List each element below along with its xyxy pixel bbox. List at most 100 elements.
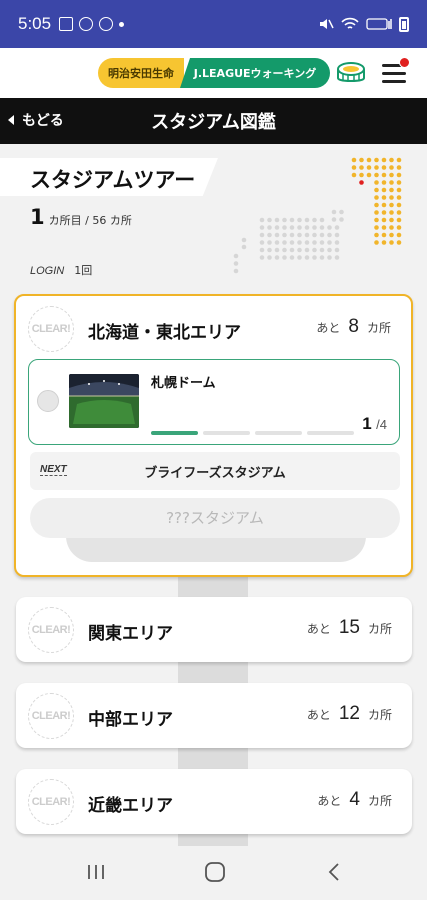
map-dot (304, 232, 310, 238)
tour-count-number: 1 (30, 205, 45, 229)
remaining-count: あと 15 カ所 (307, 617, 392, 639)
map-dot (381, 210, 387, 215)
map-dot (289, 247, 295, 253)
map-dot (389, 210, 394, 215)
map-dot (396, 172, 402, 178)
map-dot (267, 247, 272, 253)
map-dot (381, 165, 387, 170)
login-row: LOGIN 1回 (30, 262, 92, 278)
map-dot (297, 225, 302, 230)
map-dot (389, 172, 394, 178)
map-dot (396, 195, 402, 200)
next-stadium-row: NEXT ブライフーズスタジアム (30, 452, 400, 490)
map-dot (259, 217, 265, 223)
map-dot (366, 157, 372, 163)
tour-count-unit: カ所目 / 56 カ所 (48, 214, 132, 227)
remaining-number: 8 (348, 316, 359, 337)
next-stadium-name: ブライフーズスタジアム (144, 466, 286, 481)
map-dot (319, 240, 325, 245)
map-dot (312, 240, 317, 245)
map-dot (381, 217, 387, 223)
area-card-chubu[interactable]: CLEAR! 中部エリア あと 12 カ所 (16, 683, 412, 748)
map-dot (374, 225, 379, 230)
notification-dot (399, 57, 410, 68)
area-name: 近畿エリア (88, 796, 173, 816)
remaining-count: あと 4 カ所 (317, 789, 392, 811)
map-dot (396, 187, 402, 193)
card-stack-shadow (66, 536, 366, 562)
map-dot (389, 240, 394, 245)
area-card-kanto[interactable]: CLEAR! 関東エリア あと 15 カ所 (16, 597, 412, 662)
map-dot (366, 165, 372, 170)
remaining-count: あと 8 カ所 (316, 316, 391, 338)
map-dot (297, 240, 302, 245)
info-icon (79, 17, 94, 31)
map-dot (304, 255, 310, 260)
current-stadium-card[interactable]: 札幌ドーム 1 /4 (28, 359, 400, 445)
login-label: LOGIN (30, 265, 65, 277)
back-nav-button[interactable] (314, 858, 354, 886)
map-dot (319, 217, 325, 223)
map-dot (327, 232, 332, 238)
map-dot (381, 187, 387, 193)
progress-total: /4 (376, 417, 387, 432)
map-dot (331, 217, 337, 222)
map-dot (359, 157, 364, 163)
more-notifications-icon (119, 21, 125, 27)
area-card-kinki[interactable]: CLEAR! 近畿エリア あと 4 カ所 (16, 769, 412, 834)
map-dot (374, 165, 379, 170)
map-dot (282, 225, 287, 230)
map-dot (241, 244, 247, 250)
map-dot (374, 232, 379, 238)
map-dot (389, 217, 394, 223)
map-dot (289, 217, 295, 223)
clear-badge: CLEAR! (28, 607, 74, 653)
nav-bar: もどる スタジアム図鑑 (0, 98, 427, 144)
login-count: 1回 (74, 264, 93, 277)
map-dot (297, 247, 302, 253)
home-button[interactable] (195, 858, 235, 886)
app-header: 明治安田生命 J.LEAGUEウォーキング (0, 48, 427, 98)
map-dot (396, 157, 402, 163)
map-dot (282, 217, 287, 223)
hamburger-menu-icon[interactable] (380, 57, 410, 86)
map-dot (381, 157, 387, 163)
recent-apps-icon (88, 865, 104, 879)
map-dot (381, 202, 387, 208)
mute-icon (320, 19, 334, 29)
area-card-hokkaido-tohoku[interactable]: CLEAR! 北海道・東北エリア あと 8 カ所 札幌ドーム 1 /4 NEXT… (14, 294, 413, 577)
map-dot (297, 255, 302, 260)
stadium-icon[interactable] (336, 58, 366, 88)
map-dot (374, 217, 379, 223)
status-time: 5:05 (18, 14, 52, 33)
map-dot (327, 240, 332, 245)
map-dot (282, 232, 287, 238)
map-dot (359, 165, 364, 170)
map-dot (396, 225, 402, 230)
map-dot (331, 209, 337, 215)
clear-badge: CLEAR! (28, 779, 74, 825)
map-dot (374, 172, 379, 178)
map-dot (233, 253, 239, 259)
battery-icon (399, 16, 409, 32)
map-dot (282, 255, 287, 260)
brand-logo-sponsor: 明治安田生命 (98, 58, 184, 88)
map-dot (274, 240, 280, 245)
map-dot (396, 217, 402, 223)
wifi-icon (341, 17, 359, 29)
stadium-radio[interactable] (37, 390, 59, 412)
map-dot (304, 240, 310, 245)
map-dot (312, 225, 317, 230)
map-dot (267, 240, 272, 245)
remaining-unit: カ所 (367, 708, 392, 722)
map-dot (267, 255, 272, 260)
map-dot (389, 195, 394, 200)
map-dot (351, 172, 357, 178)
map-dot (319, 225, 325, 230)
map-dot (259, 240, 265, 245)
map-dot (312, 217, 317, 223)
map-dot (389, 165, 394, 170)
map-dot (374, 240, 379, 245)
stadium-progress-bar (151, 431, 354, 435)
recent-apps-button[interactable] (76, 858, 116, 886)
